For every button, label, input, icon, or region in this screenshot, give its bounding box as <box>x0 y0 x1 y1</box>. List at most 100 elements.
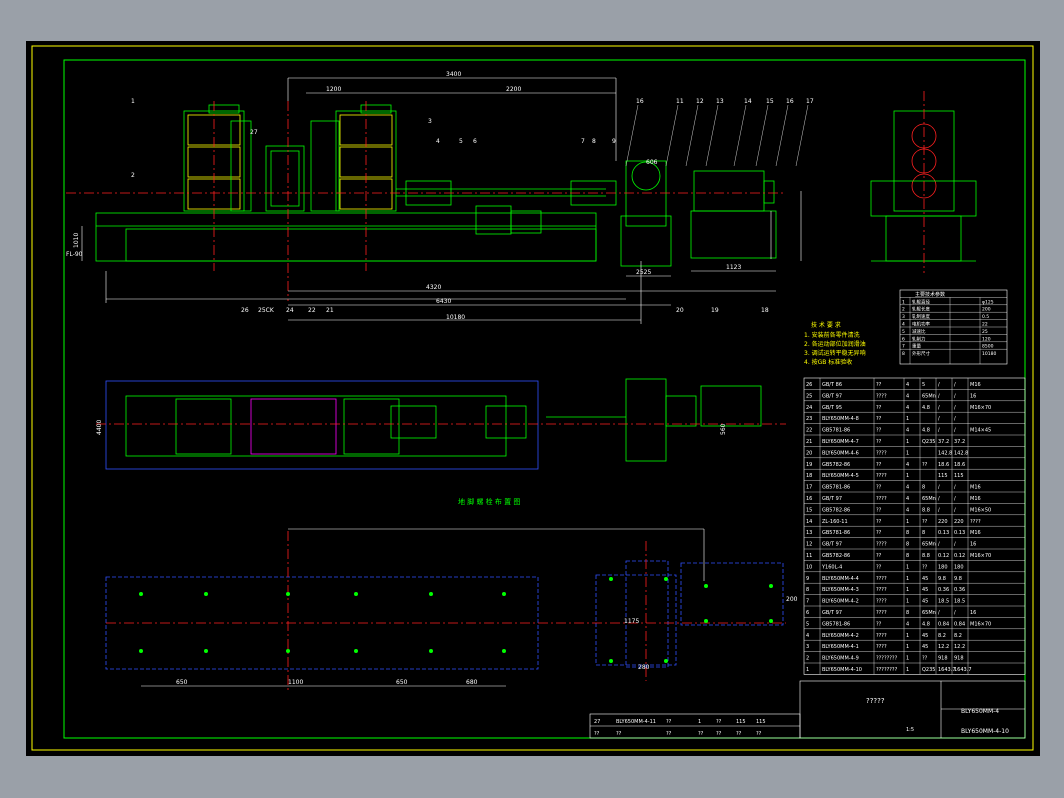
height-label: 1010 <box>73 233 80 248</box>
bom-cell: ?? <box>876 564 882 570</box>
param-cell: 4 <box>902 322 905 328</box>
param-cell: 10180 <box>982 351 996 357</box>
bom-cell: 4 <box>906 507 909 513</box>
bolt-hole <box>664 659 668 663</box>
bom-cell: ?? <box>876 530 882 536</box>
param-cell: 电机功率 <box>912 321 930 328</box>
bom-cell: ???? <box>876 587 887 593</box>
dim-d2: 6430 <box>436 298 451 305</box>
bom-cell: 10 <box>806 564 812 570</box>
bolt-hole <box>609 577 613 581</box>
bom-cell: / <box>938 428 940 434</box>
bom-cell: M16×50 <box>970 507 991 513</box>
bom-cell: 45 <box>922 576 928 582</box>
bom-cell: 8.2 <box>954 633 962 639</box>
bolt-hole <box>429 592 433 596</box>
bom-cell: 1 <box>806 667 809 673</box>
bom-cell: ?? <box>876 405 882 411</box>
bom-cell: 8.8 <box>922 553 930 559</box>
tech-line-2: 2. 各运动部位加润滑油 <box>804 340 866 348</box>
bom-cell: / <box>938 405 940 411</box>
balloon-bottom: 26 <box>241 307 249 314</box>
title-cell: BLY650MM-4-11 <box>616 719 656 725</box>
dim-span-left: 1200 <box>326 86 341 93</box>
bom-cell: 0.36 <box>938 587 949 593</box>
balloon-bottom: 18 <box>761 307 769 314</box>
bom-cell: 9.8 <box>954 576 962 582</box>
bom-cell: BLY650MM-4-4 <box>822 576 859 582</box>
bom-table: 26 GB/T 86?? 4 5// M1625 GB/T 97???? 4 65Mn //16… <box>803 377 1026 675</box>
dim-d7: 606 <box>646 159 658 166</box>
title-cell: ?? <box>666 719 672 725</box>
bom-cell: M16 <box>970 496 981 502</box>
bom-cell: 45 <box>922 599 928 605</box>
bom-cell: ?? <box>876 519 882 525</box>
bom-cell: 1 <box>906 439 909 445</box>
bom-cell: BLY650MM-4-2 <box>822 633 859 639</box>
param-cell: 轧制力 <box>912 335 926 342</box>
bom-cell: BLY650MM-4-2 <box>822 599 859 605</box>
bom-cell: 8 <box>922 530 925 536</box>
bolt-hole <box>204 649 208 653</box>
title-cell: ?? <box>716 719 722 725</box>
bom-cell: / <box>954 416 956 422</box>
bom-cell: 1 <box>906 644 909 650</box>
balloons: 16 11 12 13 14 15 16 17122734 5 6 7 8 926 25CK 24 22 21 2… <box>131 98 814 314</box>
bom-cell: 0.13 <box>938 530 949 536</box>
param-cell: 7 <box>902 344 905 350</box>
bom-cell: M16×70 <box>970 405 991 411</box>
title-cell: ?? <box>594 731 600 737</box>
bom-cell: / <box>938 416 940 422</box>
param-cell: 重量 <box>912 343 921 350</box>
bom-cell: 220 <box>938 519 948 525</box>
drawing-number: BLY650MM-4 <box>961 708 999 715</box>
bom-cell: / <box>938 485 940 491</box>
bom-cell: 16 <box>970 393 976 399</box>
bom-cell: 9 <box>806 576 809 582</box>
dim-d1: 4320 <box>426 284 441 291</box>
param-header: 主要技术参数 <box>915 291 945 298</box>
bom-cell: ?? <box>876 439 882 445</box>
balloon-bottom: 24 <box>286 307 294 314</box>
bom-cell: Q235 <box>922 439 935 445</box>
foundation-dim: 680 <box>466 679 478 686</box>
drawing-sheet: 3400 1200 2200 4320 6430 10180 1123 2525… <box>26 41 1040 756</box>
bolt-hole <box>502 649 506 653</box>
bolt-hole <box>769 619 773 623</box>
bom-cell: 918 <box>954 656 964 662</box>
param-cell: 8 <box>902 351 905 357</box>
title-block <box>589 680 1026 739</box>
bom-cell: ???? <box>876 599 887 605</box>
bom-cell: 0.13 <box>954 530 965 536</box>
title-lower-row: 27 BLY650MM-4-11?? 1?? 115 115?????????????? <box>594 719 766 737</box>
bom-cell: 5 <box>806 621 809 627</box>
bom-cell: 1 <box>906 587 909 593</box>
cad-drawing: 3400 1200 2200 4320 6430 10180 1123 2525… <box>31 45 1034 751</box>
bom-cell: 4 <box>906 621 909 627</box>
param-cell: 1 <box>902 299 905 305</box>
bom-cell: 8.8 <box>922 507 930 513</box>
bolt-hole <box>286 592 290 596</box>
bom-cell: / <box>954 485 956 491</box>
param-cell: 减速比 <box>912 328 926 335</box>
foundation-title: 地 脚 螺 栓 布 置 图 <box>458 497 520 506</box>
bom-cell: / <box>954 610 956 616</box>
foundation-right-dim: 280 <box>638 664 650 671</box>
bom-cell: M14×45 <box>970 428 991 434</box>
bom-cell: 13 <box>806 530 812 536</box>
bolt-hole <box>429 649 433 653</box>
bolt-hole <box>139 649 143 653</box>
bom-cell: ???????? <box>876 656 898 662</box>
bom-cell: 1 <box>906 599 909 605</box>
tech-line-4: 4. 按GB 标准验收 <box>804 358 852 366</box>
bom-cell: BLY650MM-4-5 <box>822 473 859 479</box>
bom-cell: GB/T 97 <box>822 393 842 399</box>
param-cell: 2 <box>902 307 905 313</box>
bom-cell: Q235 <box>922 667 935 673</box>
bom-cell: BLY650MM-4-6 <box>822 450 859 456</box>
title-cell: 27 <box>594 719 600 725</box>
bom-cell: GB5782-86 <box>822 553 850 559</box>
bom-cell: 0.84 <box>954 621 965 627</box>
bom-cell: 1 <box>906 473 909 479</box>
bom-cell: / <box>954 496 956 502</box>
